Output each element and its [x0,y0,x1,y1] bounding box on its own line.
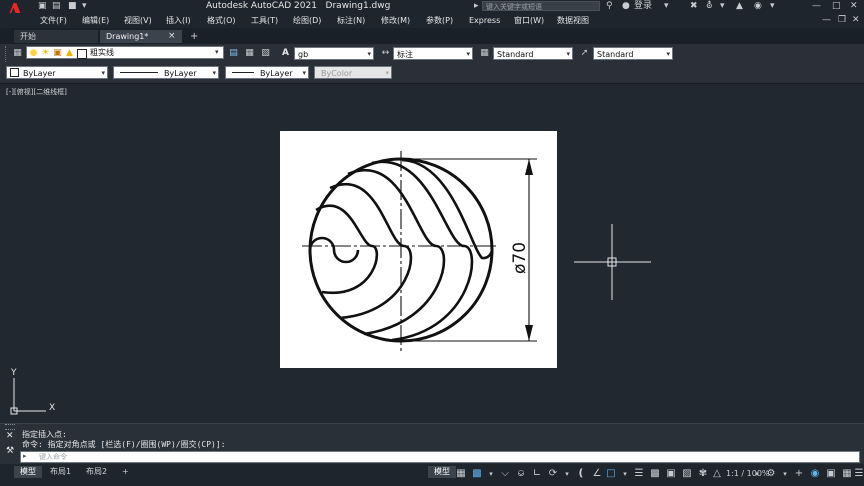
command-prompt-icon[interactable]: ▸ [23,452,27,460]
grid-icon[interactable]: ▦ [454,467,468,481]
annotation-scale-icon[interactable]: △ [710,467,724,481]
object-snap-icon[interactable]: □ [604,467,618,481]
model-space-button[interactable]: 模型 [428,466,456,478]
lineweight-display-icon[interactable]: ☰ [632,467,646,481]
annotation-monitor-icon[interactable]: + [792,467,806,481]
snap-dropdown-icon[interactable]: ▾ [484,467,498,481]
command-input[interactable]: 键入命令 [20,451,860,463]
snap-icon[interactable]: ▩ [470,467,484,481]
infer-constraints-icon[interactable]: ⌵ [498,467,512,481]
ucs-x-label: X [49,403,55,413]
dimension-text: ø70 [510,242,530,274]
drawing-svg: ø70 Y X [10,151,651,415]
isolate-objects-icon[interactable]: ◉ [808,467,822,481]
dimension-arrow-bottom [525,325,533,341]
hardware-acceleration-icon[interactable]: ▣ [824,467,838,481]
isodraft-icon[interactable]: ❪ [574,467,588,481]
command-customize-icon[interactable]: ⚒ [6,446,14,456]
dynamic-input-icon[interactable]: ⎉ [514,467,528,481]
drawing-geometry [302,151,537,352]
workspace-icon[interactable]: ⚙ [764,467,778,481]
s-curve-1 [308,236,360,264]
add-layout-icon[interactable]: + [116,466,135,478]
polar-tracking-icon[interactable]: ⟳ [546,467,560,481]
scale-dropdown-icon[interactable]: ▾ [750,467,764,481]
object-snap-tracking-icon[interactable]: ∠ [590,467,604,481]
object-snap-dropdown-icon[interactable]: ▾ [618,467,632,481]
command-grip[interactable] [5,424,15,430]
polar-dropdown-icon[interactable]: ▾ [560,467,574,481]
dimension-arrow-top [525,159,533,175]
3d-osnap-icon[interactable]: ▨ [680,467,694,481]
workspace-dropdown-icon[interactable]: ▾ [778,467,792,481]
ucs-icon [10,378,46,415]
crosshair-cursor [574,224,651,300]
customization-icon[interactable]: ☰ [852,467,864,481]
annotation-visibility-icon[interactable]: ✾ [696,467,710,481]
ucs-y-label: Y [10,368,17,378]
layout-tab-layout1[interactable]: 布局1 [44,466,77,478]
selection-cycling-icon[interactable]: ▣ [664,467,678,481]
transparency-icon[interactable]: ▩ [648,467,662,481]
command-close-icon[interactable]: ✕ [6,431,14,441]
s-curve-6 [401,158,494,260]
layout-tab-layout2[interactable]: 布局2 [80,466,113,478]
ortho-icon[interactable]: ∟ [530,467,544,481]
layout-tab-model[interactable]: 模型 [14,466,42,478]
command-history-line-2: 命令: 指定对角点或 [栏选(F)/圈围(WP)/圈交(CP)]: [22,440,226,449]
s-curve-2 [315,204,379,295]
s-curve-5 [371,160,474,342]
s-curve-3 [329,183,413,320]
